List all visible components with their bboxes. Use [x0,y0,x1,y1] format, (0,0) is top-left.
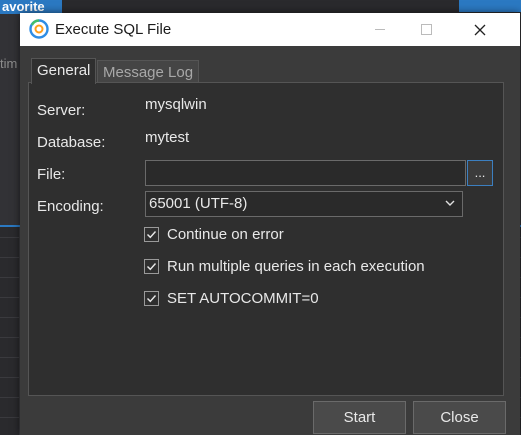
checkbox-label: Run multiple queries in each execution [167,257,425,275]
checkmark-icon [147,262,157,270]
encoding-label: Encoding: [37,198,104,215]
browse-file-button[interactable]: ... [467,160,493,186]
minimize-icon [375,29,385,30]
server-value: mysqlwin [145,96,207,113]
minimize-button[interactable] [357,13,403,46]
close-window-button[interactable] [457,13,503,46]
checkbox-label: SET AUTOCOMMIT=0 [167,289,319,307]
checkbox-label: Continue on error [167,225,284,243]
background-side-text: tim [0,56,18,71]
checkbox-run-multiple-queries[interactable] [144,258,159,274]
encoding-selected-value: 65001 (UTF-8) [149,195,248,212]
option-continue-on-error[interactable]: Continue on error [144,225,284,243]
option-run-multiple-queries[interactable]: Run multiple queries in each execution [144,257,425,275]
close-button[interactable]: Close [413,401,506,434]
close-icon [474,24,486,35]
checkbox-set-autocommit[interactable] [144,290,159,306]
server-label: Server: [37,102,86,119]
database-value: mytest [145,129,190,146]
checkmark-icon [147,294,157,302]
dialog-titlebar[interactable]: Execute SQL File [20,13,520,46]
tab-general[interactable]: General [31,58,97,84]
database-label: Database: [37,134,106,151]
start-button[interactable]: Start [313,401,406,434]
maximize-button[interactable] [403,13,449,46]
execute-sql-dialog: Execute SQL File Message Log General Ser… [20,13,520,435]
checkbox-continue-on-error[interactable] [144,226,159,242]
background-toolbar [0,0,521,14]
option-set-autocommit[interactable]: SET AUTOCOMMIT=0 [144,289,319,307]
background-favorite-tab: avorite [0,0,62,14]
tab-message-log[interactable]: Message Log [97,60,200,84]
chevron-down-icon [445,200,455,206]
encoding-select[interactable]: 65001 (UTF-8) [145,191,463,217]
checkmark-icon [147,230,157,238]
maximize-icon [420,24,432,35]
dialog-title: Execute SQL File [55,21,172,38]
navicat-app-icon [29,19,49,39]
file-label: File: [37,166,66,183]
file-path-input[interactable] [145,160,466,186]
background-blue-strip [459,0,521,12]
